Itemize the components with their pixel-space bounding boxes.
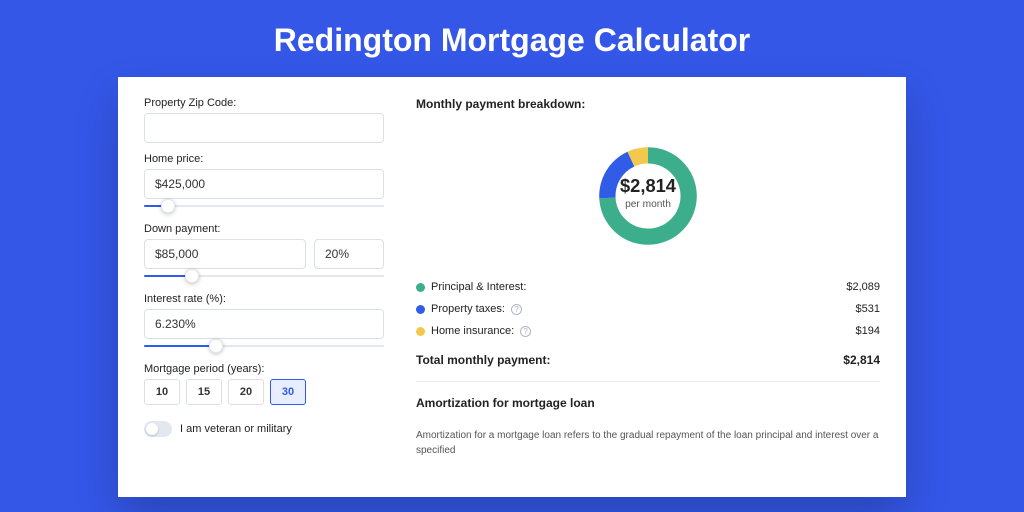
- legend-dot-icon: [416, 327, 425, 336]
- breakdown-label: Home insurance:: [431, 325, 514, 337]
- zip-input[interactable]: [144, 113, 384, 143]
- period-button-20[interactable]: 20: [228, 379, 264, 405]
- divider: [416, 381, 880, 382]
- breakdown-row: Principal & Interest: $2,089: [416, 281, 880, 293]
- interest-rate-label: Interest rate (%):: [144, 293, 384, 305]
- help-icon[interactable]: ?: [511, 304, 522, 315]
- page-title: Redington Mortgage Calculator: [0, 0, 1024, 77]
- payment-donut-chart: $2,814 per month: [416, 129, 880, 267]
- period-buttons: 10152030: [144, 379, 384, 405]
- donut-amount: $2,814: [607, 176, 688, 197]
- period-button-15[interactable]: 15: [186, 379, 222, 405]
- breakdown-value: $2,089: [846, 281, 880, 293]
- breakdown-label: Property taxes:: [431, 303, 505, 315]
- period-label: Mortgage period (years):: [144, 363, 384, 375]
- down-payment-amount-input[interactable]: [144, 239, 306, 269]
- breakdown-value: $531: [856, 303, 880, 315]
- zip-label: Property Zip Code:: [144, 97, 384, 109]
- breakdown-row: Home insurance:? $194: [416, 325, 880, 337]
- legend-dot-icon: [416, 283, 425, 292]
- interest-rate-slider[interactable]: [144, 339, 384, 353]
- period-button-30[interactable]: 30: [270, 379, 306, 405]
- calculator-card: Property Zip Code: Home price: Down paym…: [118, 77, 906, 497]
- breakdown-panel: Monthly payment breakdown: $2,814 per mon…: [416, 97, 880, 477]
- down-payment-slider[interactable]: [144, 269, 384, 283]
- home-price-input[interactable]: [144, 169, 384, 199]
- donut-sublabel: per month: [607, 199, 688, 210]
- interest-rate-input[interactable]: [144, 309, 384, 339]
- help-icon[interactable]: ?: [520, 326, 531, 337]
- breakdown-row: Property taxes:? $531: [416, 303, 880, 315]
- breakdown-label: Principal & Interest:: [431, 281, 526, 293]
- form-panel: Property Zip Code: Home price: Down paym…: [144, 97, 384, 477]
- home-price-label: Home price:: [144, 153, 384, 165]
- veteran-toggle[interactable]: [144, 421, 172, 437]
- amortization-text: Amortization for a mortgage loan refers …: [416, 428, 880, 458]
- down-payment-label: Down payment:: [144, 223, 384, 235]
- home-price-slider[interactable]: [144, 199, 384, 213]
- breakdown-title: Monthly payment breakdown:: [416, 97, 880, 111]
- amortization-title: Amortization for mortgage loan: [416, 396, 880, 410]
- veteran-label: I am veteran or military: [180, 423, 292, 435]
- breakdown-value: $194: [856, 325, 880, 337]
- legend-dot-icon: [416, 305, 425, 314]
- down-payment-percent-input[interactable]: [314, 239, 384, 269]
- total-value: $2,814: [843, 353, 880, 367]
- total-label: Total monthly payment:: [416, 353, 550, 367]
- period-button-10[interactable]: 10: [144, 379, 180, 405]
